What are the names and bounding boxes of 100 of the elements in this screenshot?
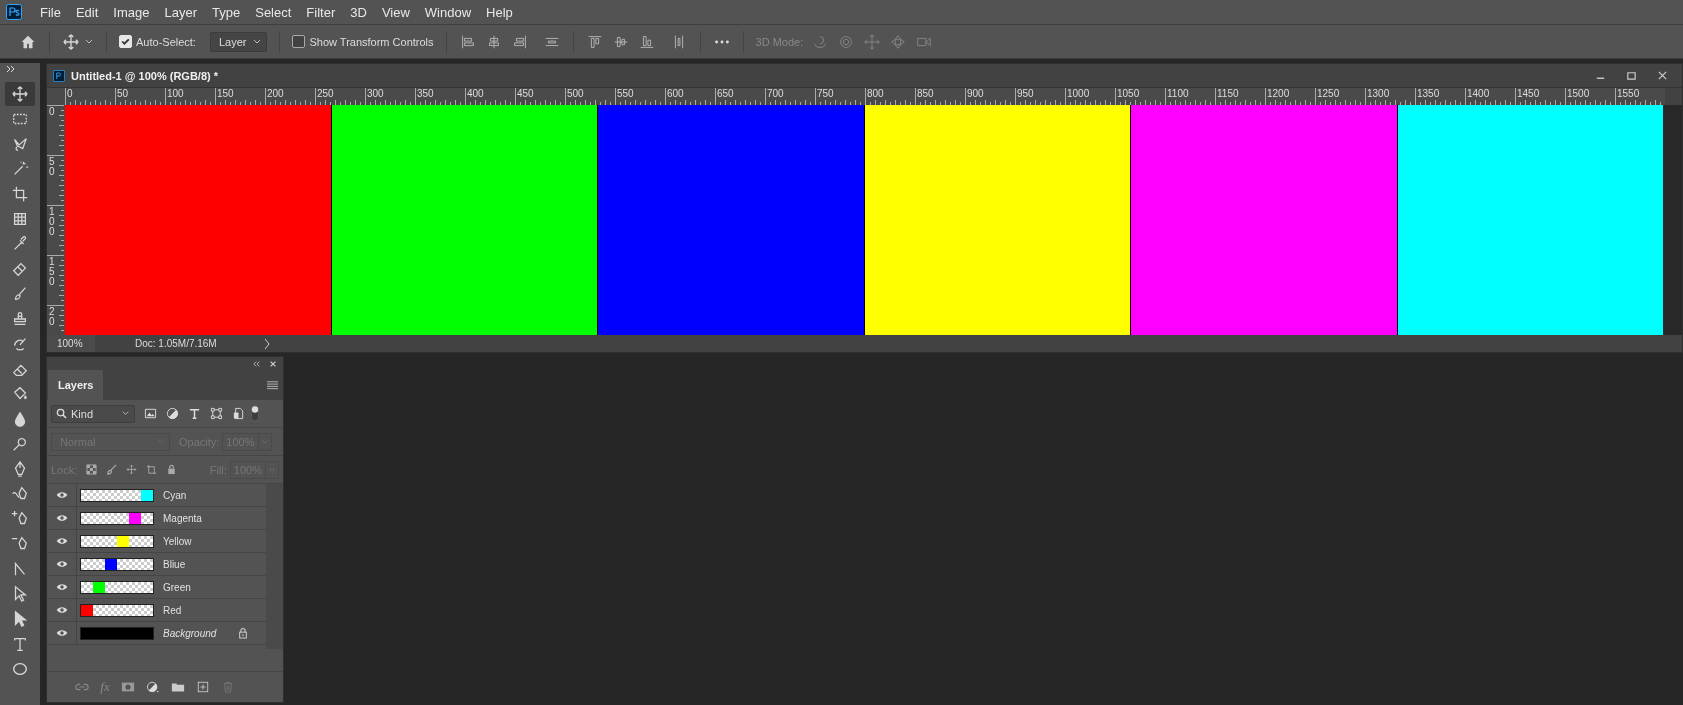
close-icon[interactable] [269,359,277,368]
checkerboard-icon[interactable] [86,464,98,475]
expand-icon[interactable] [6,65,16,73]
tool-button[interactable] [5,82,35,106]
close-icon[interactable] [1657,70,1668,81]
layer-name: Magenta [163,512,202,524]
search-icon [56,408,67,419]
half-circle-icon[interactable] [145,681,160,693]
menu-item[interactable]: 3D [343,4,375,20]
filter-toggle[interactable] [251,404,259,423]
half-circle-icon[interactable] [166,407,179,420]
ruler-label: 100 [49,207,56,237]
menu-item[interactable]: Select [248,4,300,20]
move-icon[interactable] [126,464,138,475]
scrollbar-track[interactable] [266,484,283,649]
ruler-label: 1000 [1067,88,1090,99]
ruler-label: 550 [617,88,634,99]
layer-name: Cyan [163,489,187,501]
target-dropdown[interactable]: Layer [209,31,268,52]
eye-icon[interactable] [55,606,68,614]
menu-item[interactable]: Edit [68,4,107,20]
eye-icon[interactable] [55,491,68,499]
menu-item[interactable]: Filter [299,4,344,20]
transform-controls-label: Show Transform Controls [309,35,434,48]
chevron-right-icon[interactable] [263,337,271,350]
layer-row[interactable]: Magenta [47,507,266,530]
caret-icon [121,409,130,418]
layer-row[interactable]: Cyan [47,484,266,507]
eye-icon[interactable] [55,583,68,591]
folder-icon[interactable] [170,681,185,693]
ruler-label: 150 [49,257,56,287]
ruler-label: 800 [867,88,884,99]
menu-item[interactable]: View [374,4,418,20]
eye-icon[interactable] [55,560,68,568]
eye-icon[interactable] [55,537,68,545]
ruler-label: 950 [1017,88,1034,99]
layer-name: Red [163,604,182,616]
ruler-label: 20 [49,307,56,327]
stamp-icon [11,310,29,328]
ruler-label: 650 [717,88,734,99]
ruler-label: 150 [217,88,234,99]
image-icon[interactable] [144,407,157,420]
document-info: Doc: 1.05M/7.16M [135,338,218,349]
layer-row[interactable]: Background [47,622,266,645]
zoom-field[interactable]: 100% [47,335,95,352]
ruler-label: 1350 [1417,88,1440,99]
brush-icon[interactable] [106,464,118,475]
layer-name: Bliue [163,558,186,570]
lollipop-icon [11,435,29,453]
menu-item[interactable]: Type [205,4,249,20]
eye-icon[interactable] [55,629,68,637]
ruler-label: 900 [967,88,984,99]
type-icon [11,635,29,653]
artboard-icon[interactable] [146,464,158,475]
frame-grid-icon [11,210,29,228]
menu-item[interactable]: Image [106,4,158,20]
move-icon [11,85,29,103]
checkbox[interactable] [292,35,306,48]
menu-item[interactable]: File [33,4,69,20]
menu-item[interactable]: Window [417,4,480,20]
collapse-icon[interactable] [253,359,261,368]
ruler-label: 1100 [1167,88,1189,99]
ruler-label: 350 [417,88,434,99]
new-layer-icon[interactable] [195,681,210,693]
ruler-label: 1450 [1517,88,1540,99]
menu-item[interactable]: Help [479,4,521,20]
ruler-label: 200 [267,88,284,99]
ruler-label: 1500 [1567,88,1590,99]
menu-icon[interactable] [267,380,278,390]
layer-name: Green [163,581,191,593]
restore-icon[interactable] [1626,70,1637,81]
type-icon[interactable] [188,407,201,420]
app-logo-icon[interactable] [6,4,22,20]
ruler-label: 0 [67,88,73,99]
layers-tab[interactable]: Layers [48,370,104,400]
filter-dropdown[interactable]: Kind [51,404,135,423]
ruler-label: 1200 [1267,88,1290,99]
ruler-label: 1150 [1217,88,1239,99]
layer-name: Background [163,627,217,639]
lock-icon[interactable] [166,464,178,475]
canvas[interactable] [65,105,1663,335]
crop-icon [11,185,29,203]
eye-icon[interactable] [55,514,68,522]
transform-icon[interactable] [210,407,223,420]
ruler-label: 500 [567,88,584,99]
layer-row[interactable]: Bliue [47,553,266,576]
layer-row[interactable]: Red [47,599,266,622]
ruler-label: 100 [167,88,184,99]
ruler-label: 1050 [1117,88,1140,99]
ruler-label: 0 [49,107,56,117]
ruler-label: 250 [317,88,334,99]
ruler-label: 700 [767,88,784,99]
bandage-icon [11,260,29,278]
ruler-label: 750 [817,88,834,99]
lasso-icon [11,135,29,153]
layer-row[interactable]: Green [47,576,266,599]
menu-item[interactable]: Layer [157,4,206,20]
mask-icon[interactable] [120,681,135,693]
layer-row[interactable]: Yellow [47,530,266,553]
move-icon[interactable] [62,32,80,51]
